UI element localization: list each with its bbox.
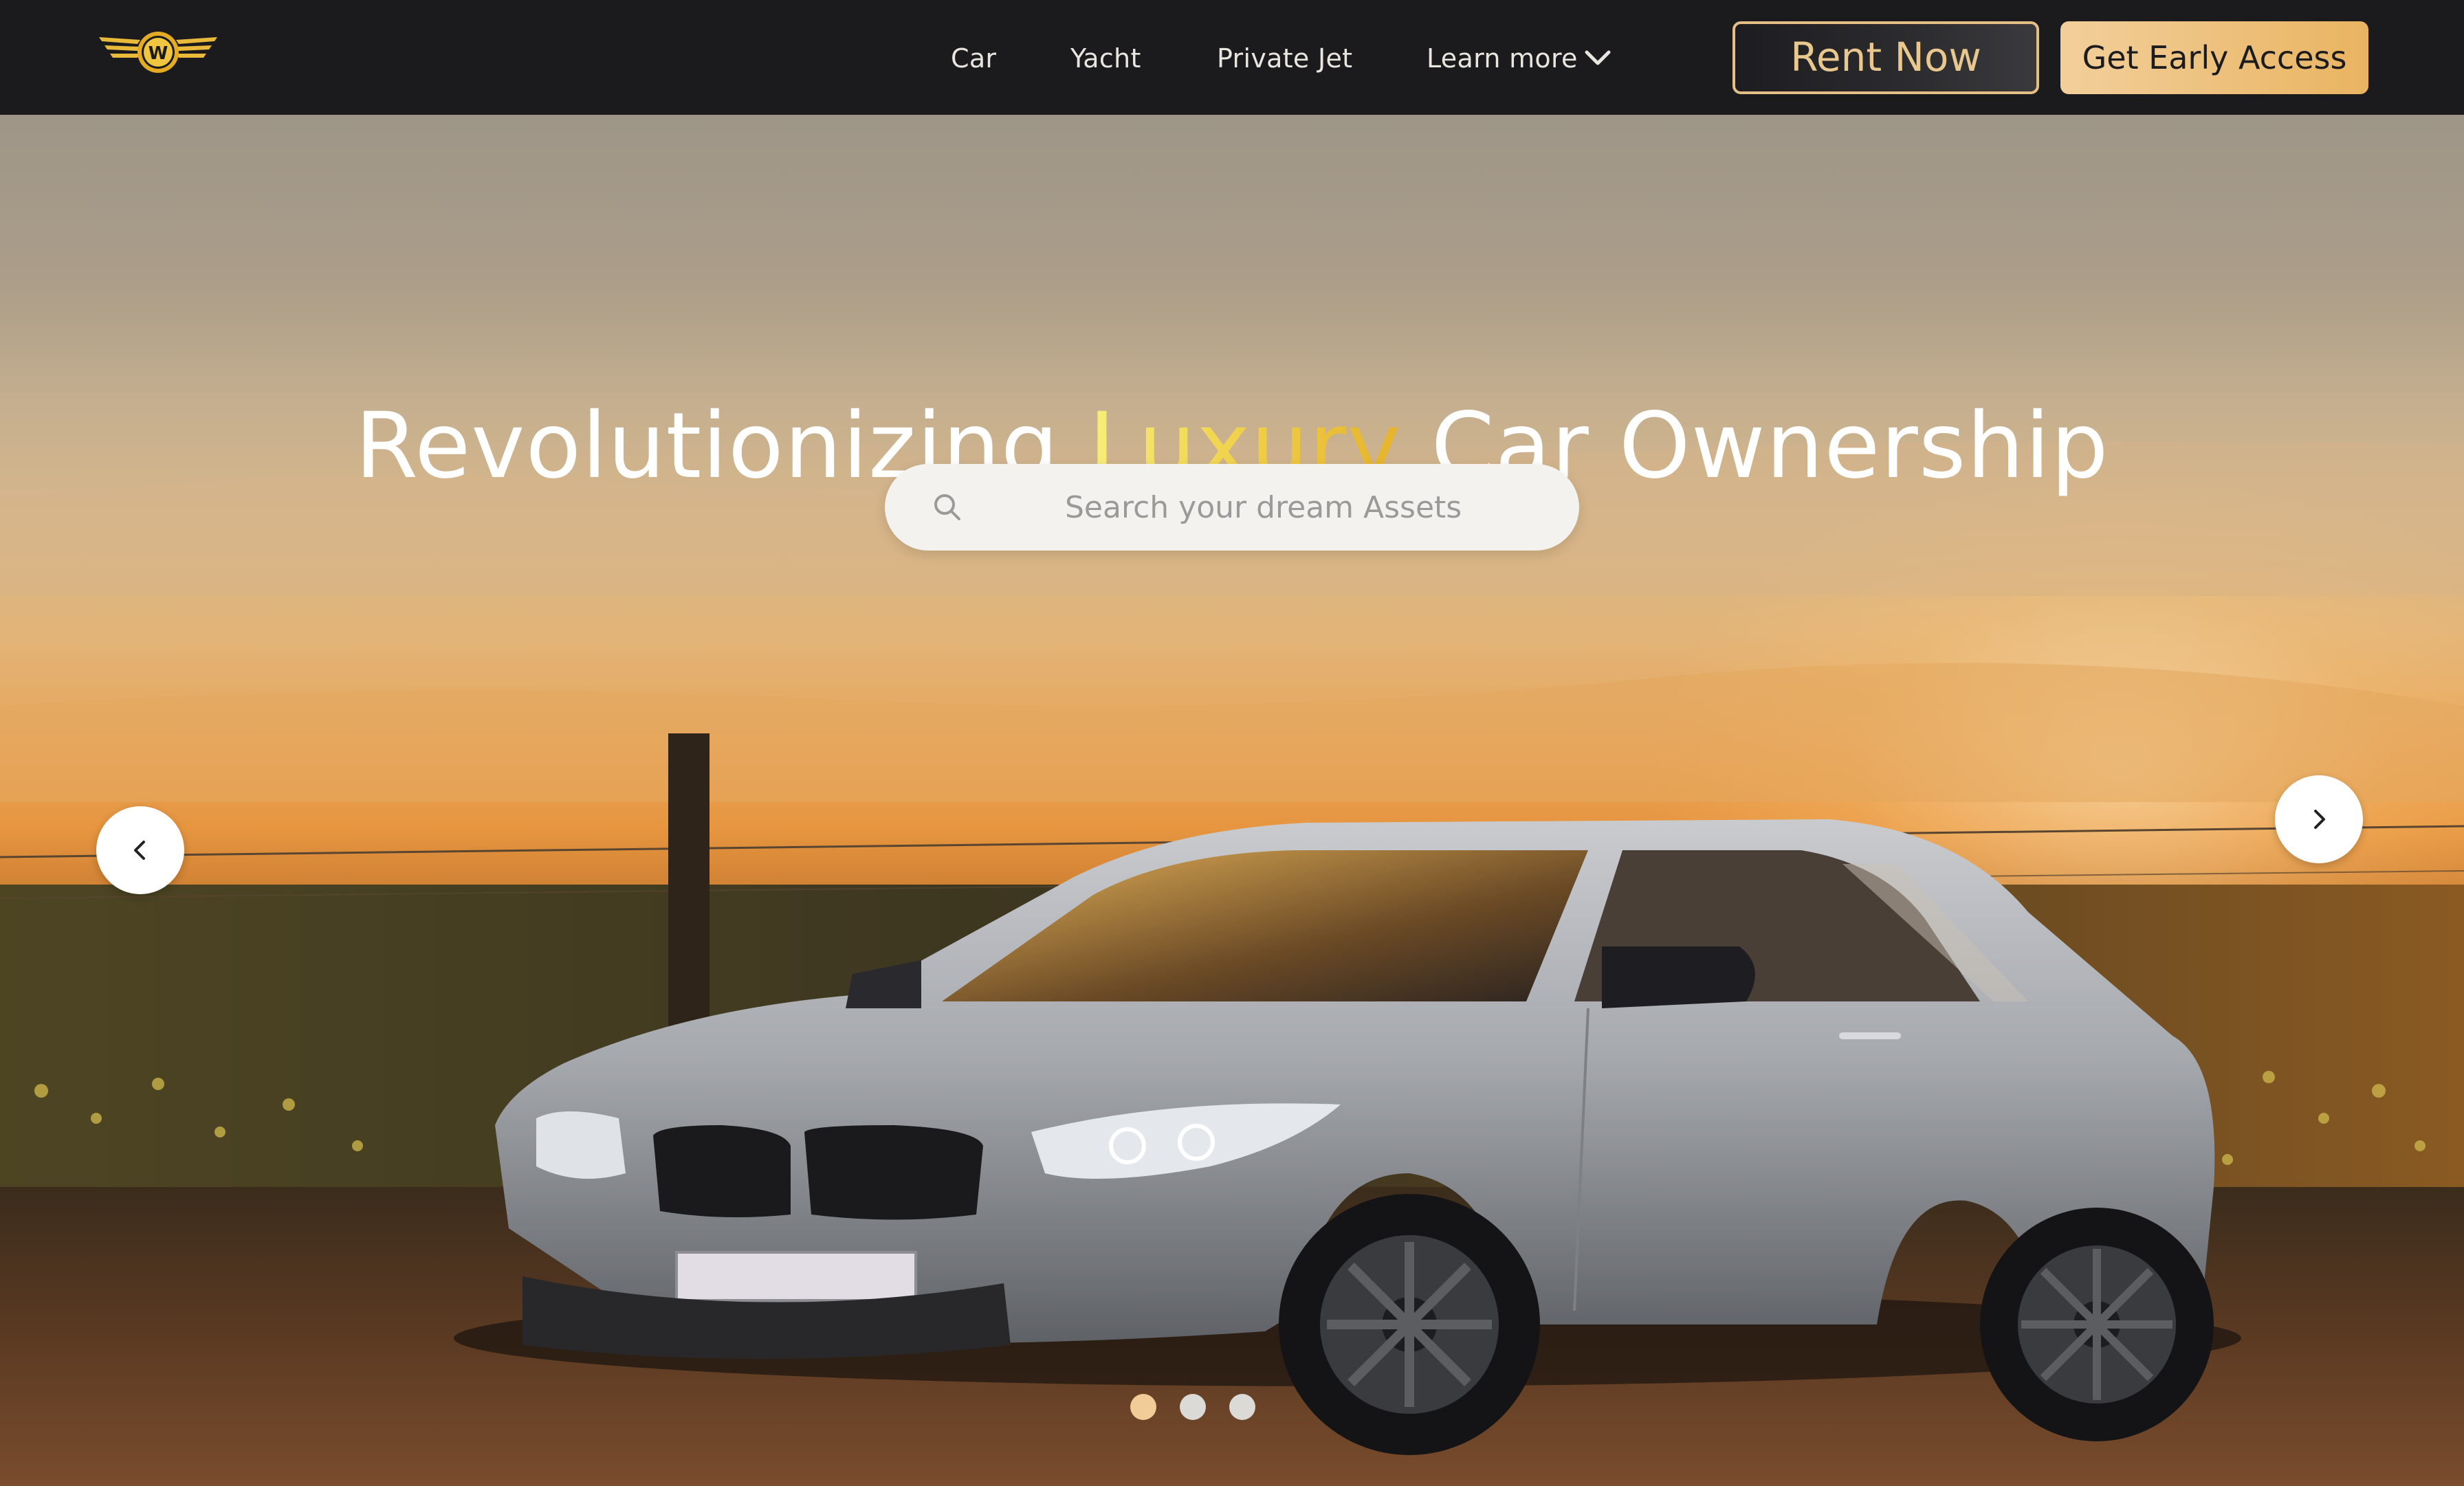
rent-now-button[interactable]: Rent Now: [1732, 21, 2039, 94]
carousel-next-button[interactable]: [2275, 775, 2363, 863]
chevron-right-icon: [2314, 810, 2325, 829]
carousel-prev-button[interactable]: [96, 806, 184, 894]
carousel-dot-3[interactable]: [1229, 1394, 1255, 1420]
nav-item-private-jet[interactable]: Private Jet: [1217, 40, 1352, 77]
carousel-dot-2[interactable]: [1180, 1394, 1206, 1420]
chevron-down-icon[interactable]: [1583, 45, 1613, 70]
nav-item-car[interactable]: Car: [951, 40, 996, 77]
nav-item-learn-more[interactable]: Learn more: [1427, 40, 1578, 77]
get-early-access-button[interactable]: Get Early Access: [2060, 21, 2368, 94]
search-bar[interactable]: [885, 464, 1579, 551]
brand-logo-icon[interactable]: W: [95, 25, 221, 80]
search-icon: [934, 494, 960, 520]
hero-background-photo: [0, 441, 2464, 1486]
search-input[interactable]: [1064, 487, 1504, 528]
carousel-dot-1[interactable]: [1130, 1394, 1156, 1420]
logo-letter: W: [148, 43, 168, 64]
chevron-left-icon: [134, 841, 145, 860]
top-navbar: W Car Yacht Private Jet Learn more Rent …: [0, 0, 2464, 115]
nav-item-yacht[interactable]: Yacht: [1070, 40, 1141, 77]
hero-banner: Revolutionizing Luxury Car Ownership: [0, 115, 2464, 1486]
carousel-pagination: [1130, 1394, 1268, 1421]
